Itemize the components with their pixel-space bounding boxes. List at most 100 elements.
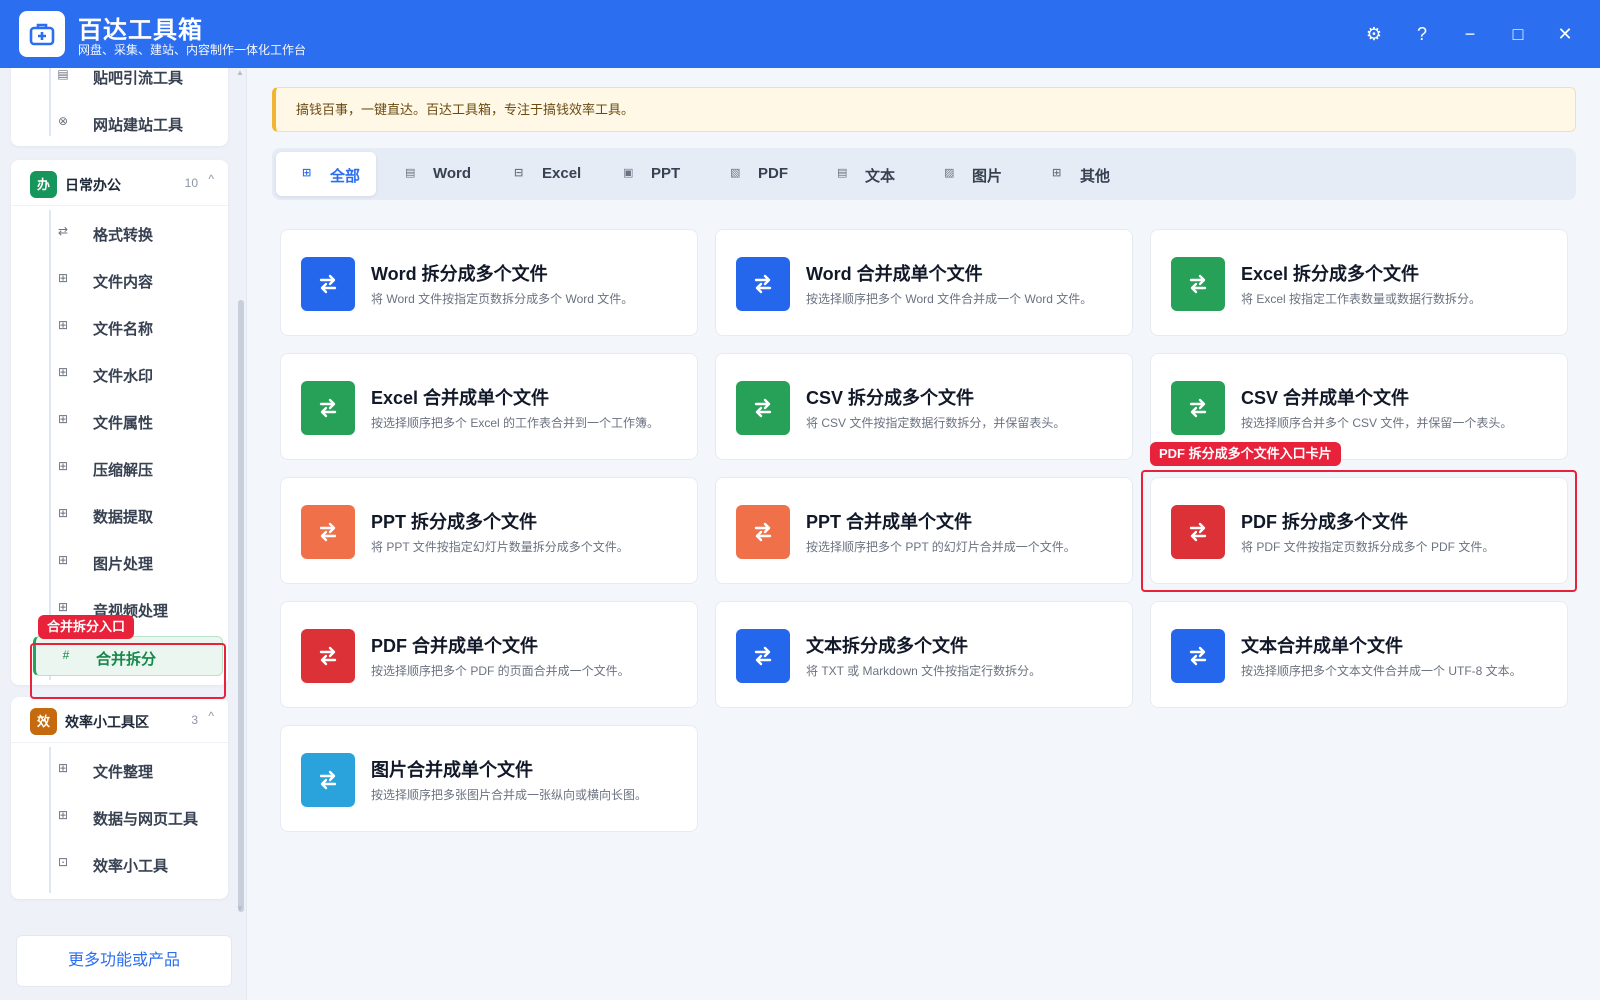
sidebar-item-label: 文件内容 [93, 274, 154, 291]
card-title: Excel 合并成单个文件 [371, 388, 550, 408]
card-title: 文本合并成单个文件 [1241, 636, 1403, 656]
tab-text[interactable]: ▤ 文本 [811, 152, 917, 196]
swap-icon [301, 257, 355, 311]
grid-icon: ⊞ [57, 761, 69, 775]
card-word-split[interactable]: Word 拆分成多个文件 将 Word 文件按指定页数拆分成多个 Word 文件… [280, 229, 698, 336]
card-title: 文本拆分成多个文件 [806, 636, 968, 656]
globe-icon: ⊗ [57, 114, 69, 128]
card-excel-split[interactable]: Excel 拆分成多个文件 将 Excel 按指定工作表数量或数据行数拆分。 [1150, 229, 1568, 336]
sidebar-item-compress[interactable]: ⊞ 压缩解压 [33, 448, 223, 488]
card-description: 按选择顺序把多个 PPT 的幻灯片合并成一个文件。 [806, 540, 1076, 554]
sidebar-item-organize[interactable]: ⊞ 文件整理 [33, 750, 223, 790]
more-products-button[interactable]: 更多功能或产品 [16, 935, 232, 987]
grid-icon: ⊞ [57, 459, 69, 473]
card-pdf-merge[interactable]: PDF 合并成单个文件 按选择顺序把多个 PDF 的页面合并成一个文件。 [280, 601, 698, 708]
tab-excel[interactable]: ⊟ Excel [488, 152, 594, 196]
category-tabs: ⊞ 全部 ▤ Word ⊟ Excel ▣ PPT ▧ PDF ▤ 文本 ▨ 图… [272, 148, 1576, 200]
sidebar-scrollbar[interactable] [238, 300, 244, 912]
tab-image[interactable]: ▨ 图片 [918, 152, 1024, 196]
sidebar-item-data-web[interactable]: ⊞ 数据与网页工具 [33, 797, 223, 837]
chevron-up-icon[interactable]: ^ [208, 709, 214, 723]
swap-icon [301, 629, 355, 683]
scroll-down-icon[interactable]: ▼ [236, 904, 244, 913]
card-word-merge[interactable]: Word 合并成单个文件 按选择顺序把多个 Word 文件合并成一个 Word … [715, 229, 1133, 336]
card-description: 按选择顺序把多个 Word 文件合并成一个 Word 文件。 [806, 292, 1093, 306]
card-text-split[interactable]: 文本拆分成多个文件 将 TXT 或 Markdown 文件按指定行数拆分。 [715, 601, 1133, 708]
card-text-merge[interactable]: 文本合并成单个文件 按选择顺序把多个文本文件合并成一个 UTF-8 文本。 [1150, 601, 1568, 708]
pdf-icon: ▧ [730, 167, 741, 179]
card-image-merge[interactable]: 图片合并成单个文件 按选择顺序把多张图片合并成一张纵向或横向长图。 [280, 725, 698, 832]
tab-ppt[interactable]: ▣ PPT [597, 152, 703, 196]
card-ppt-merge[interactable]: PPT 合并成单个文件 按选择顺序把多个 PPT 的幻灯片合并成一个文件。 [715, 477, 1133, 584]
sidebar-group-office: 办 日常办公 10 ^ ⇄ 格式转换 ⊞ 文件内容 ⊞ 文件名称 ⊞ 文件水印 … [11, 160, 228, 685]
sidebar: ▤ 贴吧引流工具 ⊗ 网站建站工具 办 日常办公 10 ^ ⇄ 格式转换 ⊞ 文… [0, 68, 247, 1000]
grid-icon: ⊞ [302, 167, 312, 179]
sidebar-item-label: 格式转换 [93, 227, 154, 244]
merge-split-annotation: 合并拆分入口 [38, 615, 135, 639]
document-icon: ▤ [405, 167, 416, 179]
card-excel-merge[interactable]: Excel 合并成单个文件 按选择顺序把多个 Excel 的工作表合并到一个工作… [280, 353, 698, 460]
sidebar-item-filename[interactable]: ⊞ 文件名称 [33, 307, 223, 347]
help-icon[interactable]: ? [1407, 20, 1437, 48]
sidebar-item-format[interactable]: ⇄ 格式转换 [33, 213, 223, 253]
app-title: 百达工具箱 [78, 17, 203, 44]
card-csv-split[interactable]: CSV 拆分成多个文件 将 CSV 文件按指定数据行数拆分，并保留表头。 [715, 353, 1133, 460]
sidebar-group-efficiency: 效 效率小工具区 3 ^ ⊞ 文件整理 ⊞ 数据与网页工具 ⊡ 效率小工具 [11, 697, 228, 899]
card-description: 将 PPT 文件按指定幻灯片数量拆分成多个文件。 [371, 540, 629, 554]
toolbox-logo-icon [29, 23, 55, 46]
card-title: 图片合并成单个文件 [371, 760, 533, 780]
group-badge: 效 [30, 708, 57, 735]
grid-icon: ⊞ [57, 412, 69, 426]
close-button[interactable]: ✕ [1550, 20, 1580, 48]
tab-other[interactable]: ⊞ 其他 [1026, 152, 1132, 196]
pdf-split-highlight [1141, 470, 1577, 592]
group-count: 10 [184, 176, 198, 190]
sidebar-item-website[interactable]: ⊗ 网站建站工具 [33, 103, 223, 143]
card-description: 按选择顺序把多个文本文件合并成一个 UTF-8 文本。 [1241, 664, 1522, 678]
sidebar-item-tieba[interactable]: ▤ 贴吧引流工具 [33, 68, 223, 96]
group-title: 效率小工具区 [65, 714, 149, 730]
sidebar-item-label: 贴吧引流工具 [93, 70, 184, 87]
group-header-office[interactable]: 办 日常办公 10 ^ [11, 160, 228, 206]
notice-banner: 搞钱百事，一键直达。百达工具箱，专注于搞钱效率工具。 [272, 87, 1576, 132]
sidebar-item-label: 数据提取 [93, 509, 154, 526]
chevron-up-icon[interactable]: ^ [208, 172, 214, 186]
card-ppt-split[interactable]: PPT 拆分成多个文件 将 PPT 文件按指定幻灯片数量拆分成多个文件。 [280, 477, 698, 584]
sidebar-item-content[interactable]: ⊞ 文件内容 [33, 260, 223, 300]
swap-icon [736, 505, 790, 559]
sidebar-item-label: 文件名称 [93, 321, 154, 338]
card-description: 按选择顺序把多个 Excel 的工作表合并到一个工作簿。 [371, 416, 660, 430]
card-description: 按选择顺序把多个 PDF 的页面合并成一个文件。 [371, 664, 630, 678]
card-description: 将 Excel 按指定工作表数量或数据行数拆分。 [1241, 292, 1482, 306]
sidebar-item-label: 压缩解压 [93, 462, 154, 479]
swap-icon [1171, 257, 1225, 311]
tab-word[interactable]: ▤ Word [379, 152, 485, 196]
scroll-up-icon[interactable]: ▲ [236, 68, 244, 77]
group-count: 3 [191, 713, 198, 727]
grid-icon: ⊞ [57, 271, 69, 285]
swap-icon [736, 257, 790, 311]
app-subtitle: 网盘、采集、建站、内容制作一体化工作台 [78, 43, 307, 57]
group-header-efficiency[interactable]: 效 效率小工具区 3 ^ [11, 697, 228, 743]
sidebar-item-label: 文件整理 [93, 764, 154, 781]
settings-icon[interactable]: ⚙ [1359, 20, 1389, 48]
pdf-split-annotation: PDF 拆分成多个文件入口卡片 [1150, 442, 1341, 466]
sidebar-item-watermark[interactable]: ⊞ 文件水印 [33, 354, 223, 394]
maximize-button[interactable]: □ [1503, 20, 1533, 48]
title-bar: 百达工具箱 网盘、采集、建站、内容制作一体化工作台 ⚙ ? − □ ✕ [0, 0, 1600, 68]
swap-icon [1171, 381, 1225, 435]
sidebar-item-image[interactable]: ⊞ 图片处理 [33, 542, 223, 582]
minimize-button[interactable]: − [1455, 20, 1485, 48]
group-title: 日常办公 [65, 177, 121, 193]
tab-pdf[interactable]: ▧ PDF [704, 152, 810, 196]
card-title: PPT 拆分成多个文件 [371, 512, 538, 532]
sidebar-item-extract[interactable]: ⊞ 数据提取 [33, 495, 223, 535]
grid-icon: ⊞ [57, 808, 69, 822]
sidebar-item-properties[interactable]: ⊞ 文件属性 [33, 401, 223, 441]
image-icon: ▨ [944, 167, 955, 179]
swap-icon [301, 505, 355, 559]
tab-all[interactable]: ⊞ 全部 [276, 152, 376, 196]
list-icon: ▤ [57, 68, 69, 81]
sidebar-item-small-tools[interactable]: ⊡ 效率小工具 [33, 844, 223, 884]
card-title: Word 拆分成多个文件 [371, 264, 548, 284]
